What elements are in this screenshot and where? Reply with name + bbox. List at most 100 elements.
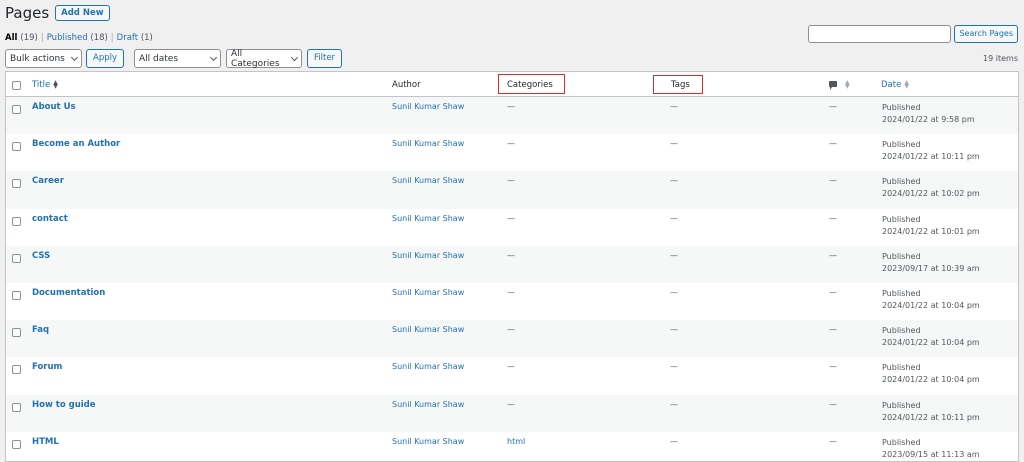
comments-cell: —	[829, 213, 837, 223]
page-title-link[interactable]: CSS	[32, 251, 50, 261]
view-filters: All (19) | Published (18) | Draft (1)	[5, 33, 153, 43]
comments-cell: —	[829, 176, 837, 186]
categories-cell: —	[507, 362, 515, 372]
page-title-link[interactable]: How to guide	[32, 400, 96, 410]
categories-cell: —	[507, 399, 515, 409]
tablenav-top: Bulk actions Apply All dates All Categor…	[5, 49, 343, 69]
row-checkbox[interactable]	[12, 439, 21, 449]
row-checkbox[interactable]	[12, 216, 21, 226]
search-pages-button[interactable]: Search Pages	[954, 25, 1018, 43]
sort-icon[interactable]: ▲ ▼	[845, 80, 850, 90]
comments-cell: —	[829, 139, 837, 149]
page-title-link[interactable]: contact	[32, 214, 68, 224]
date-cell: Published 2023/09/17 at 10:39 am	[882, 251, 980, 273]
date-cell: Published 2024/01/22 at 10:11 pm	[882, 400, 980, 422]
row-checkbox[interactable]	[12, 402, 21, 412]
author-link[interactable]: Sunil Kumar Shaw	[392, 362, 464, 371]
row-checkbox[interactable]	[12, 179, 21, 189]
category-link[interactable]: html	[507, 437, 525, 446]
separator: |	[40, 33, 44, 43]
row-checkbox[interactable]	[12, 142, 21, 152]
author-link[interactable]: Sunil Kumar Shaw	[392, 214, 464, 223]
date-cell: Published 2024/01/22 at 10:11 pm	[882, 140, 980, 162]
categories-cell: —	[507, 139, 515, 149]
row-checkbox[interactable]	[12, 105, 21, 114]
tags-cell: —	[670, 436, 678, 446]
search-box: Search Pages	[808, 25, 1018, 43]
tags-cell: —	[670, 213, 678, 223]
bulk-actions-select[interactable]: Bulk actions	[5, 49, 82, 68]
page-title-link[interactable]: About Us	[32, 102, 76, 112]
page-title-link[interactable]: Become an Author	[32, 139, 120, 149]
table-row: Forum Sunil Kumar Shaw — — — Published 20…	[6, 357, 1018, 394]
column-date-header[interactable]: Date ▲ ▼	[881, 79, 909, 90]
separator: |	[110, 33, 114, 43]
page-title-link[interactable]: HTML	[32, 437, 59, 447]
tags-cell: —	[670, 250, 678, 260]
page-title-link[interactable]: Documentation	[32, 288, 105, 298]
categories-filter-select[interactable]: All Categories	[226, 49, 302, 69]
categories-cell: —	[507, 250, 515, 260]
tags-highlight-box	[653, 75, 703, 94]
author-link[interactable]: Sunil Kumar Shaw	[392, 400, 464, 409]
column-title-header[interactable]: Title ▲ ▼	[32, 79, 58, 90]
row-checkbox[interactable]	[12, 328, 21, 338]
select-all-checkbox[interactable]	[12, 81, 21, 90]
apply-button[interactable]: Apply	[86, 49, 124, 68]
row-checkbox[interactable]	[12, 253, 21, 263]
view-all-link[interactable]: All (19)	[5, 33, 38, 43]
author-link[interactable]: Sunil Kumar Shaw	[392, 288, 464, 297]
tags-cell: —	[670, 102, 678, 111]
tags-cell: —	[670, 287, 678, 297]
search-input[interactable]	[808, 25, 952, 43]
comment-icon[interactable]	[829, 81, 837, 90]
comments-cell: —	[829, 102, 837, 111]
tags-cell: —	[670, 176, 678, 186]
table-header: Title ▲ ▼ Author Categories Tags ▲ ▼ Date ▲ ▼	[6, 72, 1018, 97]
row-checkbox[interactable]	[12, 290, 21, 300]
author-link[interactable]: Sunil Kumar Shaw	[392, 139, 464, 148]
author-link[interactable]: Sunil Kumar Shaw	[392, 176, 464, 185]
filter-button[interactable]: Filter	[307, 49, 343, 68]
column-author-header: Author	[392, 80, 421, 90]
view-published-link[interactable]: Published (18)	[47, 33, 108, 43]
table-row: Become an Author Sunil Kumar Shaw — — — …	[6, 134, 1018, 171]
tags-cell: —	[670, 362, 678, 372]
chevron-down-icon	[209, 53, 218, 61]
categories-cell: —	[507, 102, 515, 111]
comments-cell: —	[829, 362, 837, 372]
table-row: contact Sunil Kumar Shaw — — — Published…	[6, 209, 1018, 246]
page-title-link[interactable]: Forum	[32, 362, 62, 372]
page-title-link[interactable]: Faq	[32, 325, 49, 335]
table-row: HTML Sunil Kumar Shaw html — — Published…	[6, 432, 1018, 461]
comments-cell: —	[829, 250, 837, 260]
row-checkbox[interactable]	[12, 365, 21, 375]
add-new-button[interactable]: Add New	[55, 5, 110, 21]
chevron-down-icon	[70, 53, 79, 61]
categories-cell: —	[507, 176, 515, 186]
comments-cell: —	[829, 436, 837, 446]
table-row: Career Sunil Kumar Shaw — — — Published 2…	[6, 171, 1018, 209]
categories-cell: —	[507, 325, 515, 335]
page-title: Pages	[5, 4, 50, 22]
author-link[interactable]: Sunil Kumar Shaw	[392, 102, 464, 111]
dates-filter-select[interactable]: All dates	[134, 49, 221, 68]
date-cell: Published 2024/01/22 at 10:01 pm	[882, 214, 980, 236]
page-header: Pages Add New	[5, 4, 110, 22]
date-cell: Published 2024/01/22 at 10:04 pm	[882, 288, 980, 310]
date-cell: Published 2023/09/15 at 11:13 am	[882, 437, 980, 459]
page-title-link[interactable]: Career	[32, 176, 64, 186]
author-link[interactable]: Sunil Kumar Shaw	[392, 325, 464, 334]
table-row: About Us Sunil Kumar Shaw — — — Publishe…	[6, 97, 1018, 135]
table-row: CSS Sunil Kumar Shaw — — — Published 2023…	[6, 245, 1018, 283]
tags-cell: —	[670, 399, 678, 409]
author-link[interactable]: Sunil Kumar Shaw	[392, 437, 464, 446]
table-row: How to guide Sunil Kumar Shaw — — — Publ…	[6, 394, 1018, 432]
view-draft-link[interactable]: Draft (1)	[117, 33, 153, 43]
categories-highlight-box	[498, 74, 565, 94]
date-cell: Published 2024/01/22 at 10:02 pm	[882, 177, 980, 199]
chevron-down-icon	[291, 53, 299, 61]
tags-cell: —	[670, 325, 678, 335]
table-row: Documentation Sunil Kumar Shaw — — — Pub…	[6, 283, 1018, 320]
author-link[interactable]: Sunil Kumar Shaw	[392, 251, 464, 260]
